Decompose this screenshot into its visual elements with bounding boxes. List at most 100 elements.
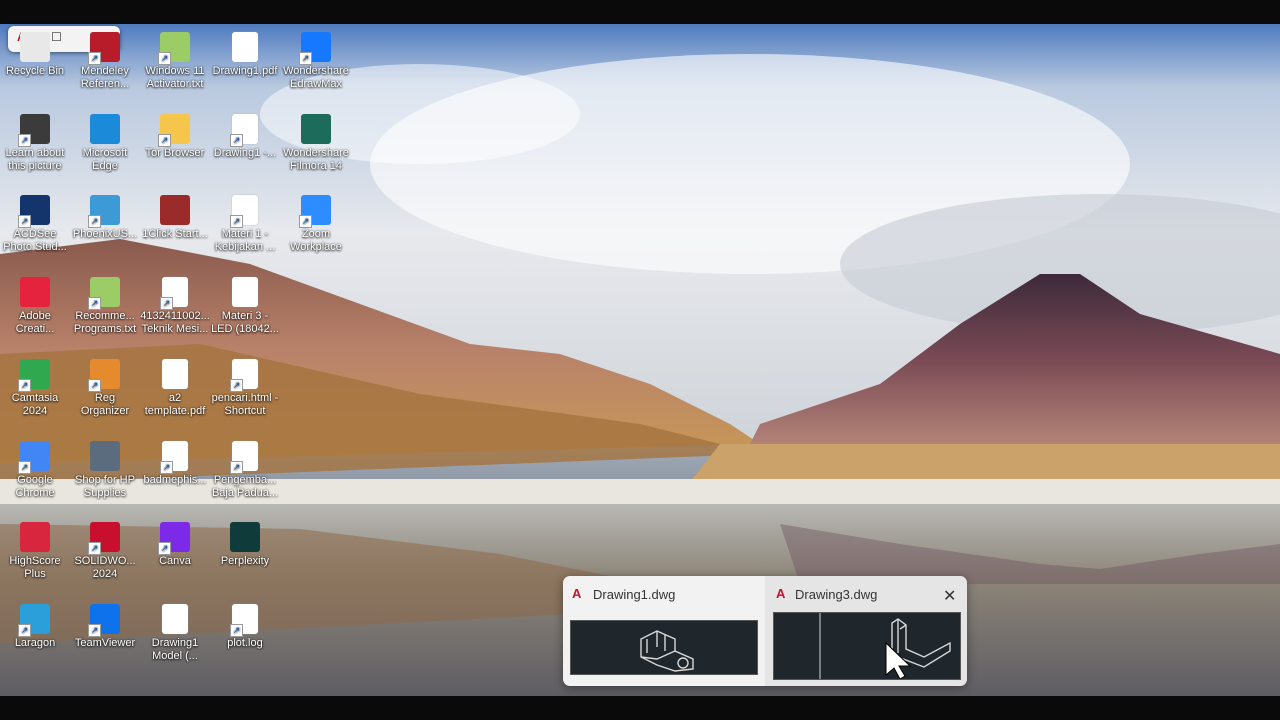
app-icon [230, 604, 258, 637]
desktop-icon[interactable]: badmephis... [140, 437, 210, 515]
app-icon [299, 32, 331, 65]
taskbar-preview-popup: A Drawing1.dwg A Drawing3.dwg ✕ [563, 576, 967, 686]
desktop-icon[interactable]: Perplexity [210, 518, 280, 596]
app-icon [162, 359, 188, 389]
app-icon [20, 32, 50, 62]
icon-label: Drawing1.pdf [212, 65, 278, 77]
icon-label: Learn about this picture [5, 147, 65, 172]
app-icon [230, 441, 258, 474]
desktop-icon[interactable]: Canva [140, 518, 210, 596]
app-icon [18, 441, 50, 474]
app-icon [230, 522, 260, 552]
desktop-icon[interactable]: Pengemba... Baja Padua... [210, 437, 280, 515]
desktop-icon[interactable]: 1Click Start... [140, 191, 210, 269]
desktop-icon[interactable]: Adobe Creati... [0, 273, 70, 351]
icon-label: Perplexity [220, 555, 270, 567]
icon-label: a2 template.pdf [144, 392, 206, 417]
icon-label: Google Chrome [15, 474, 55, 499]
app-icon [18, 604, 50, 637]
desktop-icon[interactable]: Wondershare EdrawMax [281, 28, 351, 106]
desktop-icon[interactable]: a2 template.pdf [140, 355, 210, 433]
icon-label: Drawing1 Model (... [151, 637, 199, 662]
desktop-icon[interactable]: Tor Browser [140, 110, 210, 188]
desktop-icon[interactable]: pencari.html - Shortcut [210, 355, 280, 433]
thumbnail-drawing1[interactable]: A Drawing1.dwg [563, 576, 763, 686]
desktop-icon[interactable]: Windows 11 Activator.txt [140, 28, 210, 106]
icon-label: Reg Organizer [80, 392, 130, 417]
icon-label: Canva [159, 555, 191, 567]
thumbnail-image [570, 620, 758, 675]
desktop-icon[interactable]: Drawing1.pdf [210, 28, 280, 106]
autocad-logo-icon: A [776, 586, 786, 601]
app-icon [18, 114, 50, 147]
icon-label: Microsoft Edge [82, 147, 128, 172]
desktop-icon[interactable]: Wondershare Filmora 14 [281, 110, 351, 188]
icon-label: Laragon [14, 637, 56, 649]
thumbnail-title: Drawing1.dwg [593, 587, 676, 602]
desktop-icon[interactable]: Learn about this picture [0, 110, 70, 188]
app-icon [90, 441, 120, 471]
app-icon [88, 359, 120, 392]
desktop-icon[interactable]: Recomme... Programs.txt [70, 273, 140, 351]
video-bottom-bar [0, 696, 1280, 720]
icon-label: Camtasia 2024 [11, 392, 59, 417]
app-icon [301, 114, 331, 144]
app-icon [230, 114, 258, 147]
app-icon [88, 195, 120, 228]
desktop-icon[interactable]: ACDSee Photo Stud... [0, 191, 70, 269]
icon-label: Tor Browser [145, 147, 205, 159]
close-icon[interactable]: ✕ [943, 586, 956, 606]
desktop-icon[interactable]: PhoenixUS... [70, 191, 140, 269]
app-icon [88, 604, 120, 637]
desktop-icon[interactable]: TeamViewer [70, 600, 140, 678]
app-icon [90, 114, 120, 144]
icon-label: 1Click Start... [142, 228, 208, 240]
thumbnail-title: Drawing3.dwg [795, 587, 878, 602]
icon-label: plot.log [227, 637, 263, 649]
desktop-icon[interactable]: Laragon [0, 600, 70, 678]
thumbnail-drawing3[interactable]: A Drawing3.dwg ✕ [765, 576, 967, 686]
desktop-icon[interactable]: Recycle Bin [0, 28, 70, 106]
desktop-icon[interactable]: Reg Organizer [70, 355, 140, 433]
icon-label: Wondershare EdrawMax [283, 65, 349, 90]
desktop-icon[interactable]: plot.log [210, 600, 280, 678]
desktop-icon[interactable]: Mendeley Referen... [70, 28, 140, 106]
icon-label: HighScore Plus [9, 555, 61, 580]
icon-label: Shop for HP Supplies [75, 474, 135, 499]
app-icon [20, 522, 50, 552]
app-icon [299, 195, 331, 228]
app-icon [160, 441, 188, 474]
desktop-icon[interactable]: Camtasia 2024 [0, 355, 70, 433]
icon-label: Adobe Creati... [15, 310, 55, 335]
icon-label: Windows 11 Activator.txt [145, 65, 205, 90]
icon-label: Drawing1 -... [213, 147, 277, 159]
desktop-icon[interactable]: Shop for HP Supplies [70, 437, 140, 515]
desktop-icon[interactable]: Materi 1 - Kebijakan ... [210, 191, 280, 269]
video-top-bar [0, 0, 1280, 24]
icon-label: badmephis... [143, 474, 207, 486]
desktop-icon[interactable]: Zoom Workplace [281, 191, 351, 269]
app-icon [160, 195, 190, 225]
icon-label: Pengemba... Baja Padua... [211, 474, 279, 499]
desktop-icon[interactable]: SOLIDWO... 2024 [70, 518, 140, 596]
app-icon [232, 277, 258, 307]
desktop-icon[interactable]: 4132411002... Teknik Mesi... [140, 273, 210, 351]
app-icon [88, 32, 120, 65]
icon-label: Materi 3 - LED (18042... [211, 310, 279, 335]
icon-label: PhoenixUS... [72, 228, 138, 240]
app-icon [160, 277, 188, 310]
icon-label: pencari.html - Shortcut [211, 392, 279, 417]
desktop-icon[interactable]: Drawing1 -... [210, 110, 280, 188]
desktop-icon[interactable]: Materi 3 - LED (18042... [210, 273, 280, 351]
desktop-icon[interactable]: Drawing1 Model (... [140, 600, 210, 678]
app-icon [88, 277, 120, 310]
desktop-icon[interactable]: Google Chrome [0, 437, 70, 515]
icon-label: Recycle Bin [5, 65, 65, 77]
thumbnail-image [773, 612, 961, 680]
app-icon [20, 277, 50, 307]
icon-label: Mendeley Referen... [80, 65, 130, 90]
app-icon [230, 359, 258, 392]
icon-label: Materi 1 - Kebijakan ... [214, 228, 276, 253]
desktop-icon[interactable]: Microsoft Edge [70, 110, 140, 188]
desktop-icon[interactable]: HighScore Plus [0, 518, 70, 596]
